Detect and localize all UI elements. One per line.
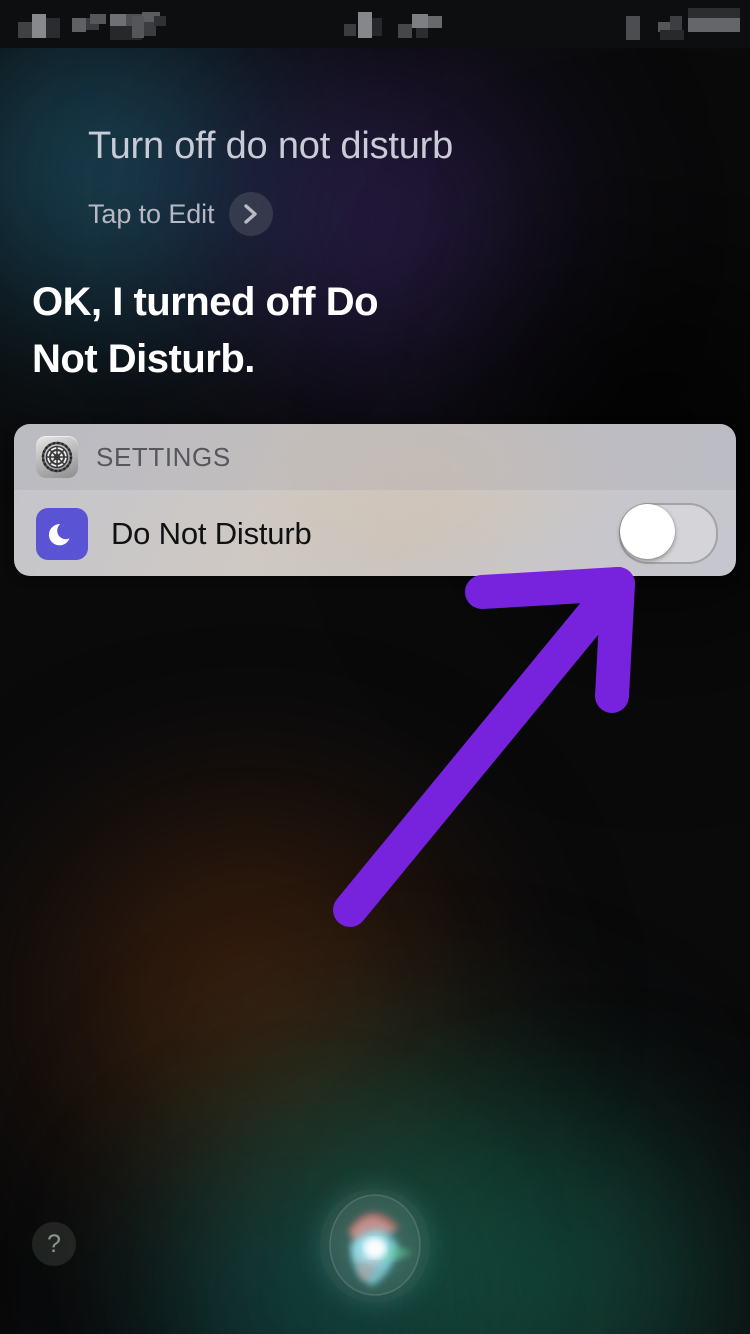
status-bar-pixel bbox=[90, 14, 106, 24]
status-bar-pixel bbox=[428, 16, 442, 28]
do-not-disturb-row[interactable]: Do Not Disturb bbox=[14, 491, 736, 576]
status-bar-pixel bbox=[688, 8, 740, 18]
status-bar-pixel bbox=[72, 18, 86, 32]
settings-header-label: SETTINGS bbox=[96, 441, 231, 472]
status-bar-pixel bbox=[688, 18, 740, 32]
status-bar-pixel bbox=[372, 18, 382, 36]
status-bar-pixel bbox=[132, 16, 144, 38]
status-bar-pixel bbox=[626, 16, 640, 40]
tap-to-edit-label: Tap to Edit bbox=[88, 198, 215, 229]
status-bar-pixel bbox=[358, 12, 372, 38]
help-button[interactable]: ? bbox=[32, 1222, 76, 1266]
status-bar-pixel bbox=[344, 24, 356, 36]
siri-query-text: Turn off do not disturb bbox=[88, 125, 454, 167]
moon-icon bbox=[36, 507, 88, 560]
status-bar-pixel bbox=[416, 28, 428, 38]
chevron-right-icon[interactable] bbox=[229, 192, 274, 236]
settings-card-header[interactable]: SETTINGS bbox=[14, 424, 736, 491]
status-bar-pixel bbox=[18, 22, 32, 38]
status-bar-pixel bbox=[32, 14, 46, 38]
background-glow-amber bbox=[0, 760, 560, 1240]
siri-screen: Turn off do not disturb Tap to Edit OK, … bbox=[0, 0, 750, 1334]
settings-card: SETTINGS Do Not Disturb bbox=[14, 424, 736, 576]
settings-gear-icon bbox=[36, 436, 78, 478]
status-bar-pixel bbox=[412, 14, 428, 28]
siri-response-text: OK, I turned off Do Not Disturb. bbox=[32, 280, 379, 381]
tap-to-edit-button[interactable]: Tap to Edit bbox=[88, 192, 274, 236]
do-not-disturb-label: Do Not Disturb bbox=[111, 515, 312, 551]
toggle-knob bbox=[620, 504, 675, 559]
siri-orb-core bbox=[329, 1194, 421, 1296]
status-bar-pixel bbox=[660, 30, 684, 40]
status-bar-pixel bbox=[110, 14, 126, 26]
siri-orb-icon[interactable] bbox=[320, 1188, 430, 1303]
question-mark-icon: ? bbox=[47, 1229, 61, 1258]
do-not-disturb-toggle[interactable] bbox=[619, 503, 718, 564]
status-bar-pixel bbox=[398, 24, 412, 38]
status-bar bbox=[0, 0, 750, 48]
status-bar-pixel bbox=[154, 16, 166, 26]
status-bar-pixel bbox=[46, 18, 60, 38]
background-glow-cyan bbox=[80, 1150, 500, 1334]
